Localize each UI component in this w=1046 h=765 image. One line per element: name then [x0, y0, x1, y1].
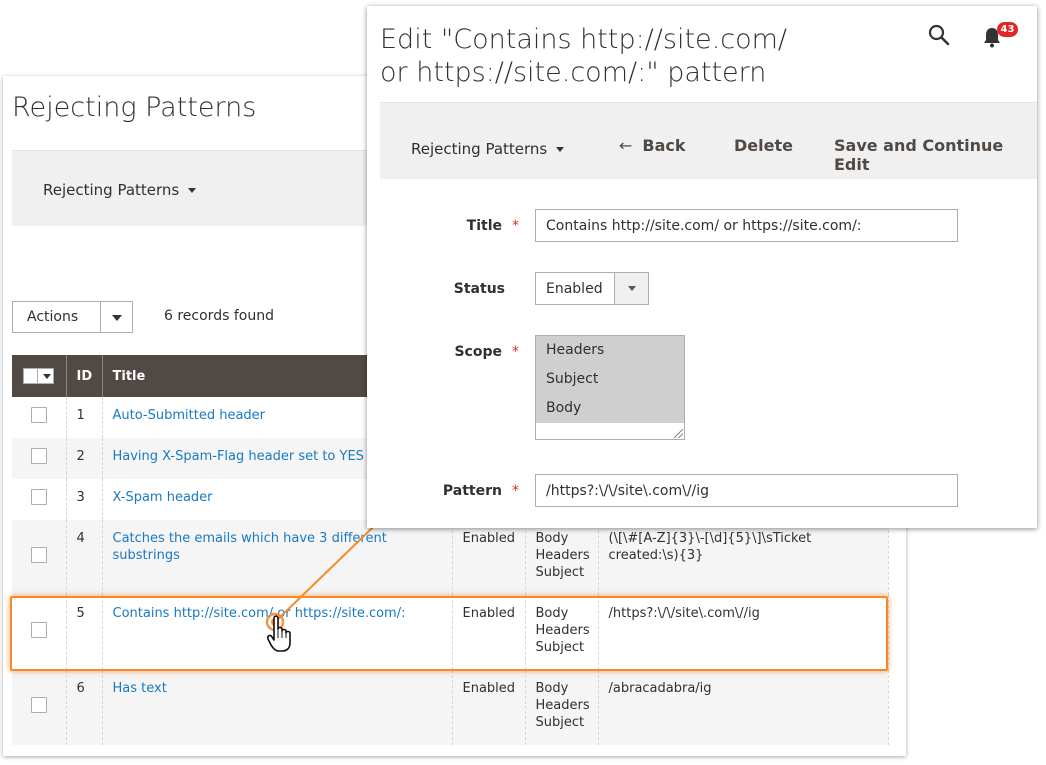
title-field-label: Title *	[466, 218, 519, 234]
delete-button[interactable]: Delete	[734, 136, 793, 155]
chevron-down-icon	[43, 374, 52, 379]
scope-item: Subject	[535, 715, 585, 730]
scope-multiselect[interactable]: Headers Subject Body	[535, 335, 685, 440]
edit-page-title: Edit "Contains http://site.com/ or https…	[380, 23, 800, 89]
row-id: 5	[66, 595, 103, 670]
row-select-cell	[12, 479, 67, 520]
back-button[interactable]: ← Back	[619, 136, 686, 155]
hand-cursor-icon	[267, 615, 291, 652]
scope-item: Headers	[535, 623, 590, 638]
edit-title-line-2: or https://site.com/:" pattern	[380, 57, 767, 88]
row-checkbox[interactable]	[30, 622, 47, 638]
scope-option-body[interactable]: Body	[536, 394, 684, 423]
back-arrow-icon: ←	[619, 136, 633, 155]
row-checkbox[interactable]	[30, 489, 47, 505]
row-title-link[interactable]: Having X-Spam-Flag header set to YES	[113, 449, 364, 464]
required-mark: *	[512, 483, 519, 499]
row-checkbox[interactable]	[30, 547, 47, 563]
column-header-id[interactable]: ID	[66, 355, 103, 397]
row-select-cell	[12, 397, 67, 438]
status-select[interactable]: Enabled	[535, 272, 649, 305]
edit-title-line-1: Edit "Contains http://site.com/	[380, 24, 787, 55]
back-button-label: Back	[642, 136, 686, 155]
row-select-cell	[12, 438, 67, 479]
row-status: Enabled	[452, 595, 526, 670]
pattern-field-label: Pattern *	[442, 483, 519, 499]
row-pattern: /https?:\/\/site\.com\//ig	[598, 595, 889, 670]
chevron-down-icon	[188, 188, 197, 193]
row-title-link[interactable]: Has text	[113, 681, 167, 696]
required-mark: *	[512, 344, 519, 360]
search-icon[interactable]	[928, 24, 950, 46]
row-id: 6	[66, 670, 103, 745]
row-title-link[interactable]: Contains http://site.com/ or https://sit…	[113, 606, 406, 621]
chevron-down-icon	[556, 147, 565, 152]
edit-pattern-panel: Edit "Contains http://site.com/ or https…	[367, 6, 1037, 528]
row-title-cell: Has text	[102, 670, 453, 745]
table-row[interactable]: 6 Has text Enabled Body Headers Subject …	[12, 670, 889, 745]
status-select-toggle[interactable]	[614, 273, 648, 304]
grid-store-switcher[interactable]: Rejecting Patterns	[43, 181, 197, 199]
scope-item: Headers	[535, 548, 590, 563]
chevron-down-icon	[628, 286, 636, 291]
pattern-input[interactable]: /https?:\/\/site\.com\//ig	[535, 474, 958, 507]
table-row[interactable]: 4 Catches the emails which have 3 differ…	[12, 520, 889, 595]
save-continue-button[interactable]: Save and Continue Edit	[834, 136, 1037, 174]
resize-grip-icon[interactable]	[674, 429, 683, 438]
row-id: 2	[66, 438, 103, 479]
status-field-label: Status	[453, 281, 505, 297]
edit-store-switcher-label: Rejecting Patterns	[411, 140, 548, 158]
row-id: 1	[66, 397, 103, 438]
mass-select-header[interactable]	[12, 355, 67, 397]
scope-field-label: Scope *	[454, 344, 519, 360]
grid-store-switcher-label: Rejecting Patterns	[43, 181, 180, 199]
row-checkbox[interactable]	[30, 448, 47, 464]
row-select-cell	[12, 520, 67, 595]
title-input[interactable]: Contains http://site.com/ or https://sit…	[535, 209, 958, 242]
row-pattern: (\[\#[A-Z]{3}\-[\d]{5}\]\sTicket created…	[598, 520, 889, 595]
edit-store-switcher[interactable]: Rejecting Patterns	[411, 140, 565, 158]
actions-dropdown-label: Actions	[27, 309, 79, 325]
row-status: Enabled	[452, 670, 526, 745]
scope-item: Subject	[535, 640, 585, 655]
row-scope: Body Headers Subject	[525, 670, 599, 745]
row-checkbox[interactable]	[30, 697, 47, 713]
scope-item: Body	[535, 681, 569, 696]
scope-item: Subject	[535, 565, 585, 580]
scope-item: Body	[535, 531, 569, 546]
row-status: Enabled	[452, 520, 526, 595]
scope-option-headers[interactable]: Headers	[536, 336, 684, 365]
scope-item: Body	[535, 606, 569, 621]
required-mark: *	[512, 218, 519, 234]
status-select-value: Enabled	[546, 281, 603, 297]
row-title-link[interactable]: Catches the emails which have 3 differen…	[113, 531, 387, 563]
actions-dropdown[interactable]: Actions	[12, 301, 133, 333]
scope-item: Headers	[535, 698, 590, 713]
table-row[interactable]: 5 Contains http://site.com/ or https://s…	[12, 595, 889, 670]
row-scope: Body Headers Subject	[525, 520, 599, 595]
row-title-link[interactable]: X-Spam header	[113, 490, 213, 505]
row-checkbox[interactable]	[30, 407, 47, 423]
row-select-cell	[12, 670, 67, 745]
row-id: 4	[66, 520, 103, 595]
row-id: 3	[66, 479, 103, 520]
row-title-link[interactable]: Auto-Submitted header	[113, 408, 266, 423]
mass-select-checkbox[interactable]	[23, 368, 55, 384]
row-scope: Body Headers Subject	[525, 595, 599, 670]
chevron-down-icon	[112, 315, 122, 321]
row-select-cell	[12, 595, 67, 670]
row-title-cell: Catches the emails which have 3 differen…	[102, 520, 453, 595]
notification-count-badge: 43	[997, 22, 1018, 37]
records-found: 6 records found	[164, 308, 274, 324]
row-pattern: /abracadabra/ig	[598, 670, 889, 745]
actions-dropdown-toggle[interactable]	[100, 302, 132, 332]
page-title: Rejecting Patterns	[12, 92, 257, 123]
scope-option-subject[interactable]: Subject	[536, 365, 684, 394]
